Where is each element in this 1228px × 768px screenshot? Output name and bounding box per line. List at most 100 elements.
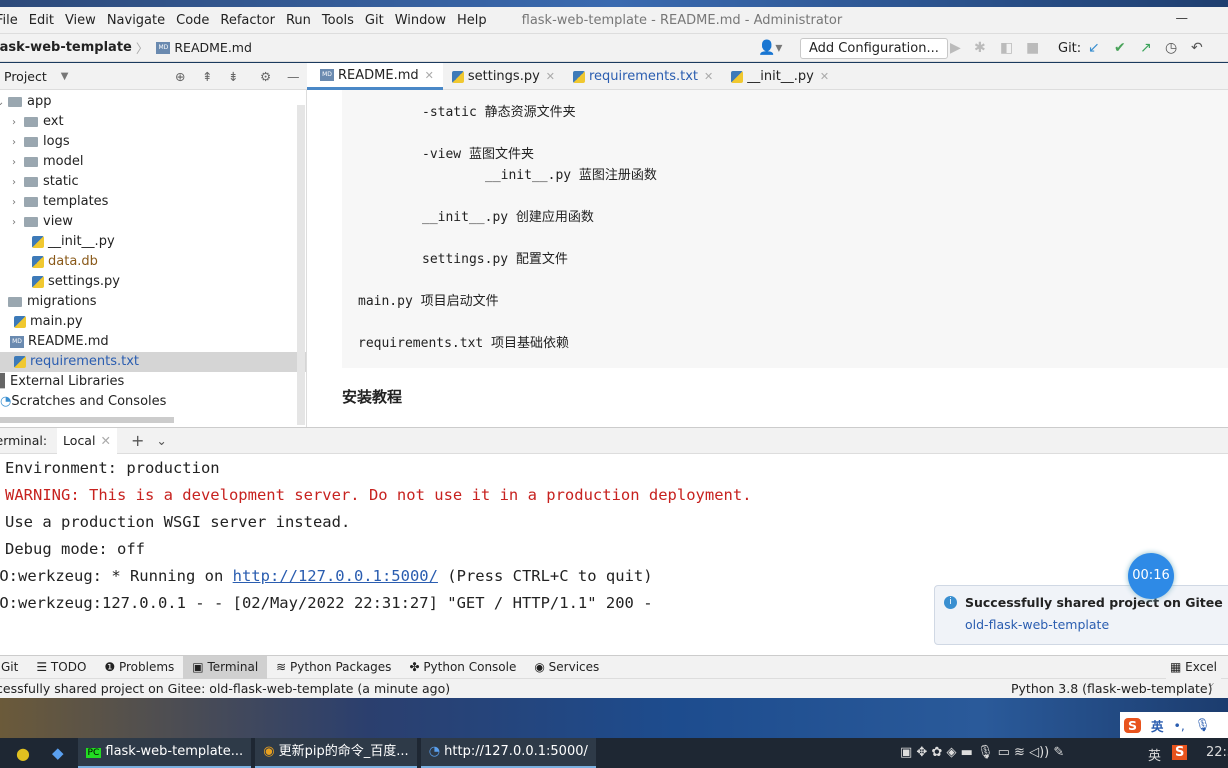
vertical-scrollbar[interactable] — [297, 105, 305, 425]
tree-item-settings[interactable]: settings.py — [32, 272, 120, 292]
tool-tab-terminal[interactable]: ▣ Terminal — [183, 655, 268, 679]
browser-icon: ◔ — [428, 744, 441, 759]
sogou-icon[interactable]: S — [1172, 745, 1188, 760]
app-icon[interactable]: ◆ — [52, 744, 64, 762]
tree-label: static — [43, 174, 79, 189]
add-configuration-button[interactable]: Add Configuration... — [800, 38, 948, 59]
git-update-icon[interactable]: ↙ — [1088, 40, 1100, 56]
tree-item-ext[interactable]: › ext — [12, 112, 64, 132]
menu-view[interactable]: View — [65, 13, 96, 28]
tool-tab-services[interactable]: ◉ Services — [525, 656, 608, 679]
folder-icon — [24, 116, 38, 127]
coverage-icon[interactable]: ◧ — [1000, 40, 1013, 56]
chevron-down-icon[interactable]: ⌄ — [156, 433, 166, 448]
tree-item-logs[interactable]: › logs — [12, 132, 70, 152]
code-block: -static 静态资源文件夹 -view 蓝图文件夹 __init__.py … — [342, 90, 1228, 368]
run-icon[interactable]: ▶ — [950, 40, 961, 56]
menu-git[interactable]: Git — [365, 13, 384, 28]
locate-icon[interactable]: ⊕ — [175, 69, 185, 84]
tab-readme[interactable]: MD README.md ✕ — [307, 63, 443, 90]
close-icon[interactable]: ✕ — [425, 69, 434, 82]
menu-run[interactable]: Run — [286, 13, 311, 28]
code-line: settings.py 配置文件 — [422, 252, 568, 267]
tree-item-data-db[interactable]: data.db — [32, 252, 98, 272]
tray-ime[interactable]: 英 — [1148, 745, 1161, 764]
tree-item-scratches[interactable]: ◔Scratches and Consoles — [0, 392, 166, 412]
menu-code[interactable]: Code — [176, 13, 209, 28]
add-terminal-icon[interactable]: + — [131, 431, 144, 450]
tool-tab-python-packages[interactable]: ≋ Python Packages — [267, 656, 400, 679]
tray-icons[interactable]: ▣ ✥ ✿ ◈ ▬ 🎙 ▭ ≋ ◁)) ✎ — [900, 745, 1064, 760]
tree-item-static[interactable]: › static — [12, 172, 79, 192]
tree-item-view[interactable]: › view — [12, 212, 73, 232]
collapse-all-icon[interactable]: ⇟ — [228, 69, 238, 84]
tool-tab-excel[interactable]: ▦ Excel — [1166, 656, 1221, 679]
notification-toast[interactable]: i Successfully shared project on Gitee o… — [934, 585, 1228, 645]
project-view-selector[interactable]: Project — [4, 69, 47, 84]
horizontal-scrollbar[interactable] — [0, 417, 174, 423]
git-rollback-icon[interactable]: ↶ — [1191, 40, 1203, 56]
debug-icon[interactable]: ✱ — [974, 40, 986, 56]
git-history-icon[interactable]: ◷ — [1165, 40, 1177, 56]
app-icon[interactable]: ● — [16, 744, 30, 763]
tab-requirements[interactable]: requirements.txt ✕ — [564, 63, 722, 90]
close-icon[interactable]: ✕ — [546, 70, 555, 83]
server-url-link[interactable]: http://127.0.0.1:5000/ — [233, 567, 438, 585]
git-branch-icon[interactable]: ᚴ — [1208, 679, 1216, 698]
ime-toolbar[interactable]: S 英 •, 🎙 — [1120, 712, 1228, 738]
editor-tabs: MD README.md ✕ settings.py ✕ requirements.t… — [307, 63, 1228, 90]
clock[interactable]: 22:3 — [1206, 745, 1228, 760]
tree-item-main[interactable]: main.py — [14, 312, 83, 332]
taskbar-browser[interactable]: ◔ http://127.0.0.1:5000/ — [420, 738, 596, 768]
tab-label: Python Packages — [290, 659, 392, 674]
tab-init[interactable]: __init__.py ✕ — [722, 63, 838, 90]
git-push-icon[interactable]: ↗ — [1140, 40, 1152, 56]
terminal-line: Debug mode: off — [5, 540, 145, 558]
close-icon[interactable]: ✕ — [704, 70, 713, 83]
gear-icon[interactable]: ⚙ — [260, 69, 271, 84]
menu-window[interactable]: Window — [395, 13, 446, 28]
tool-tab-problems[interactable]: ❶ Problems — [95, 656, 183, 679]
close-icon[interactable]: ✕ — [100, 433, 110, 448]
toast-link[interactable]: old-flask-web-template — [965, 617, 1109, 632]
tree-item-external-libraries[interactable]: ▌External Libraries — [0, 372, 124, 392]
tab-settings[interactable]: settings.py ✕ — [443, 63, 564, 90]
taskbar-pycharm[interactable]: PC flask-web-template... — [77, 738, 252, 768]
interpreter-selector[interactable]: Python 3.8 (flask-web-template) — [1011, 679, 1213, 698]
menu-help[interactable]: Help — [457, 13, 487, 28]
terminal-tab-local[interactable]: Local ✕ — [57, 427, 117, 454]
stop-icon[interactable]: ■ — [1026, 40, 1039, 56]
tool-tab-python-console[interactable]: ✤ Python Console — [400, 656, 525, 679]
close-icon[interactable]: ✕ — [820, 70, 829, 83]
chrome-icon: ◉ — [263, 744, 275, 759]
tree-label: view — [43, 214, 73, 229]
git-commit-icon[interactable]: ✔ — [1114, 40, 1126, 56]
recording-timer: 00:16 — [1128, 553, 1174, 599]
taskbar-chrome[interactable]: ◉ 更新pip的命令_百度... — [255, 738, 417, 768]
tree-label: External Libraries — [10, 374, 125, 389]
status-message[interactable]: cessfully shared project on Gitee: old-f… — [0, 679, 450, 698]
tree-item-app[interactable]: ⌄ app — [0, 92, 51, 112]
menu-refactor[interactable]: Refactor — [220, 13, 275, 28]
tree-item-templates[interactable]: › templates — [12, 192, 108, 212]
tree-item-migrations[interactable]: › migrations — [0, 292, 97, 312]
menu-tools[interactable]: Tools — [322, 13, 354, 28]
user-icon[interactable]: 👤▾ — [758, 40, 782, 56]
tree-item-init[interactable]: __init__.py — [32, 232, 115, 252]
menu-navigate[interactable]: Navigate — [107, 13, 165, 28]
tool-tab-git[interactable]: Git — [0, 656, 27, 679]
hide-icon[interactable]: — — [287, 69, 300, 84]
tree-item-requirements[interactable]: requirements.txt — [0, 352, 306, 372]
menu-edit[interactable]: Edit — [29, 13, 54, 28]
minimize-button[interactable]: — — [1176, 10, 1189, 25]
tree-item-readme[interactable]: MD README.md — [10, 332, 109, 352]
menu-file[interactable]: File — [0, 13, 18, 28]
expand-all-icon[interactable]: ⇞ — [202, 69, 212, 84]
tool-tab-todo[interactable]: ☰ TODO — [27, 656, 95, 679]
breadcrumb-file[interactable]: README.md — [174, 40, 252, 55]
python-icon — [14, 355, 26, 368]
chevron-down-icon[interactable]: ▼ — [61, 71, 69, 82]
breadcrumb-project[interactable]: flask-web-template — [0, 40, 132, 55]
tree-item-model[interactable]: › model — [12, 152, 83, 172]
layers-icon: ≋ — [276, 659, 291, 674]
